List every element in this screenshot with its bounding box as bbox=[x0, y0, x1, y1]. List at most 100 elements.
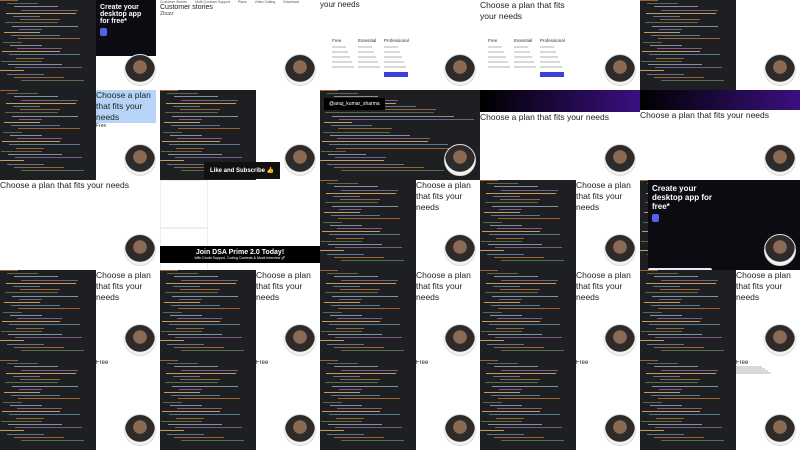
code-line bbox=[498, 218, 560, 220]
code-line bbox=[339, 388, 362, 390]
thumbnail-tile[interactable]: Create your desktop app for free* bbox=[640, 180, 800, 270]
thumbnail-tile[interactable]: Free bbox=[0, 360, 160, 450]
plan-name: Free bbox=[332, 38, 342, 43]
nav-item[interactable]: Video Calling bbox=[255, 0, 276, 4]
code-line bbox=[655, 67, 722, 69]
thumbnail-tile[interactable]: Choose a plan that fits your needs bbox=[640, 270, 800, 360]
code-line bbox=[488, 424, 542, 425]
code-line bbox=[653, 286, 680, 287]
thumbnail-tile[interactable]: Free bbox=[480, 360, 640, 450]
plan-feature bbox=[358, 51, 374, 53]
thumbnail-tile[interactable]: Choose a plan that fits your needs bbox=[480, 180, 640, 270]
thumbnail-tile[interactable]: Choose a plan that fits your needs bbox=[0, 180, 160, 270]
code-line bbox=[660, 19, 700, 21]
presenter-avatar bbox=[124, 234, 156, 266]
code-line bbox=[327, 363, 358, 365]
thumbnail-tile[interactable]: Choose a plan that fits your needs bbox=[480, 90, 640, 180]
code-line bbox=[181, 350, 244, 351]
code-line bbox=[642, 321, 700, 323]
code-editor bbox=[480, 360, 576, 450]
thumbnail-tile[interactable]: Choose a plan that fits your needs Free Es… bbox=[480, 0, 640, 90]
thumbnail-tile[interactable]: Choose a plan that fits your needs bbox=[640, 90, 800, 180]
thumbnail-tile[interactable] bbox=[640, 0, 800, 90]
thumbnail-tile[interactable]: Choose a plan that fits your needs bbox=[320, 180, 480, 270]
code-line bbox=[178, 308, 240, 310]
plan-name: Essential bbox=[358, 38, 377, 43]
code-line bbox=[335, 427, 402, 429]
presenter-avatar bbox=[444, 54, 476, 86]
thumbnail-tile[interactable]: Free bbox=[320, 360, 480, 450]
plan-button[interactable] bbox=[540, 72, 564, 77]
plan-feature bbox=[540, 51, 556, 53]
code-line bbox=[174, 276, 218, 278]
code-line bbox=[650, 314, 682, 316]
thumbnail-tile[interactable]: Choose a plan that fits your needs bbox=[320, 270, 480, 360]
code-line bbox=[12, 295, 78, 297]
plan-feature bbox=[332, 66, 354, 68]
code-line bbox=[484, 302, 520, 303]
code-line bbox=[164, 392, 200, 393]
thumbnail-tile[interactable]: Free bbox=[640, 360, 800, 450]
code-line bbox=[166, 282, 236, 284]
thumbnail-tile[interactable]: Choose a plan that fits your needs bbox=[160, 270, 320, 360]
plan-button[interactable] bbox=[384, 72, 408, 77]
code-line bbox=[21, 9, 78, 11]
code-line bbox=[480, 270, 498, 271]
code-line bbox=[329, 414, 400, 416]
code-line bbox=[320, 250, 344, 252]
code-line bbox=[497, 228, 542, 229]
promo-button[interactable] bbox=[652, 214, 659, 222]
code-line bbox=[501, 279, 558, 281]
thumbnail-tile[interactable]: Customer Stories Multi Contract Support Pl… bbox=[160, 0, 320, 90]
code-line bbox=[656, 417, 684, 419]
nav-item[interactable]: Download bbox=[283, 0, 299, 4]
thumbnail-tile[interactable]: Choose a plan that fits your needs bbox=[480, 270, 640, 360]
code-line bbox=[0, 360, 18, 361]
code-line bbox=[481, 330, 522, 332]
code-line bbox=[657, 408, 702, 409]
code-line bbox=[21, 80, 84, 81]
thumbnail-tile[interactable]: your needs Free Essential Professional bbox=[320, 0, 480, 90]
promo-button[interactable] bbox=[100, 28, 107, 36]
code-line bbox=[323, 221, 342, 223]
presenter-avatar bbox=[284, 324, 316, 356]
code-line bbox=[174, 96, 218, 98]
plan-name: Free bbox=[488, 38, 498, 43]
thumbnail-tile[interactable]: Create your desktop app for free* bbox=[0, 0, 160, 90]
code-line bbox=[10, 404, 42, 406]
code-line bbox=[499, 208, 522, 210]
code-line bbox=[8, 424, 62, 425]
code-line bbox=[655, 337, 722, 339]
code-line bbox=[320, 340, 344, 342]
thumbnail-tile[interactable]: Choose a plan that fits your needs Free bbox=[0, 90, 160, 180]
thumbnail-tile[interactable]: Free bbox=[160, 360, 320, 450]
plan-feature bbox=[540, 66, 562, 68]
code-line bbox=[499, 298, 522, 300]
code-line bbox=[16, 57, 44, 59]
presenter-avatar bbox=[764, 414, 796, 446]
nav-item[interactable]: Plans bbox=[238, 0, 247, 4]
code-line bbox=[165, 292, 218, 294]
code-line bbox=[641, 330, 682, 332]
thumbnail-tile[interactable]: Join DSA Prime 2.0 Today! With Doubt Supp… bbox=[160, 180, 320, 270]
code-line bbox=[648, 424, 702, 425]
code-line bbox=[19, 28, 42, 30]
code-line bbox=[7, 343, 44, 345]
code-line bbox=[12, 25, 78, 27]
code-line bbox=[6, 12, 76, 14]
code-line bbox=[487, 183, 518, 185]
thumbnail-tile[interactable]: @anuj_kumar_sharma bbox=[320, 90, 480, 180]
code-line bbox=[494, 436, 544, 438]
code-line bbox=[20, 109, 60, 111]
plan-feature bbox=[332, 46, 346, 48]
thumbnail-tile[interactable]: Choose a plan that fits your needs bbox=[0, 270, 160, 360]
code-line bbox=[497, 408, 542, 409]
plan-name: Professional bbox=[540, 38, 565, 43]
like-subscribe-badge[interactable]: Like and Subscribe 👍 bbox=[204, 162, 281, 179]
thumbnail-tile[interactable]: Like and Subscribe 👍 bbox=[160, 90, 320, 180]
code-line bbox=[11, 395, 60, 397]
code-line bbox=[169, 144, 240, 146]
plan-column: Essential bbox=[514, 38, 538, 68]
code-line bbox=[1, 60, 42, 62]
code-line bbox=[171, 305, 220, 307]
